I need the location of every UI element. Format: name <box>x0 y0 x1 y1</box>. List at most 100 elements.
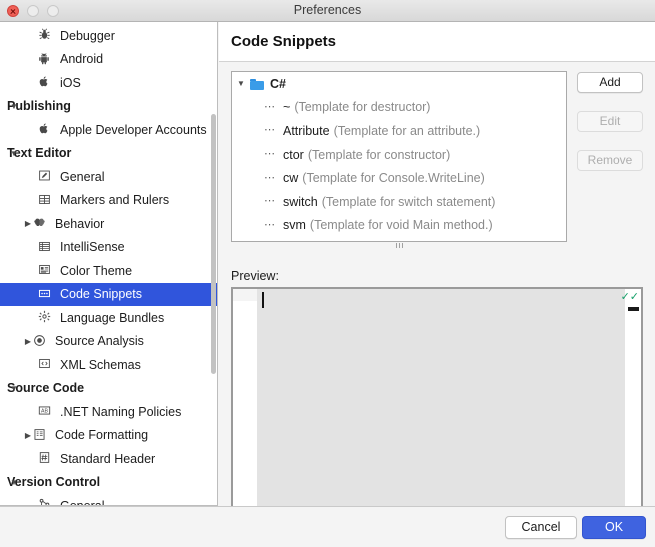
palette-card-icon <box>38 263 55 278</box>
sidebar-item-net-naming-policies[interactable]: AB.NET Naming Policies <box>0 400 217 424</box>
sidebar-item-source-code[interactable]: Source Code <box>0 377 217 401</box>
snippet-description: (Template for constructor) <box>308 148 450 162</box>
sidebar-item-behavior[interactable]: Behavior <box>0 212 217 236</box>
sidebar-item-apple-developer-accounts[interactable]: Apple Developer Accounts <box>0 118 217 142</box>
sidebar-item-label: Code Snippets <box>60 287 142 301</box>
snippet-row[interactable]: ⋯ctor(Template for constructor) <box>232 143 566 167</box>
ok-button[interactable]: OK <box>582 516 646 539</box>
sidebar-item-label: Language Bundles <box>60 311 164 325</box>
preferences-sidebar[interactable]: Debugger Android iOS Publishing Apple Develo… <box>0 22 218 506</box>
snippet-icon <box>38 287 55 302</box>
sidebar-item-source-analysis[interactable]: Source Analysis <box>0 330 217 354</box>
snippet-name: switch <box>283 195 318 209</box>
chevron-down-icon[interactable] <box>7 103 21 111</box>
add-button[interactable]: Add <box>577 72 643 93</box>
branch-icon <box>38 498 55 506</box>
sidebar-item-xml-schemas[interactable]: XML Schemas <box>0 353 217 377</box>
snippet-row[interactable]: ⋯~(Template for destructor) <box>232 96 566 120</box>
sidebar-item-label: General <box>60 499 104 506</box>
snippets-tree-items: ⋯~(Template for destructor)⋯Attribute(Te… <box>232 96 566 238</box>
sidebar-item-general[interactable]: General <box>0 494 217 506</box>
sidebar-item-version-control[interactable]: Version Control <box>0 471 217 495</box>
snippet-name: svm <box>283 218 306 232</box>
sidebar-item-code-formatting[interactable]: Code Formatting <box>0 424 217 448</box>
code-snippets-panel: Code Snippets C# ⋯~(Template for destruc… <box>219 22 655 506</box>
sidebar-item-color-theme[interactable]: Color Theme <box>0 259 217 283</box>
sidebar-item-label: XML Schemas <box>60 358 141 372</box>
snippet-row[interactable]: ⋯ svm (Template for void Main method.) <box>232 214 566 238</box>
radio-target-icon <box>33 334 50 349</box>
apple-icon <box>38 75 55 90</box>
chevron-down-icon[interactable] <box>7 479 21 487</box>
snippet-dots-icon: ⋯ <box>264 220 277 231</box>
panel-splitter-grip[interactable] <box>231 242 567 249</box>
preview-marker-bar <box>628 307 639 311</box>
chevron-down-icon[interactable] <box>7 385 21 393</box>
sidebar-item-label: Android <box>60 52 103 66</box>
folder-icon <box>250 78 265 90</box>
sidebar-item-code-snippets[interactable]: Code Snippets <box>0 283 217 307</box>
snippet-dots-icon: ⋯ <box>264 125 277 136</box>
snippet-name: ~ <box>283 100 290 114</box>
chevron-down-icon[interactable] <box>7 150 21 158</box>
cancel-button[interactable]: Cancel <box>505 516 577 539</box>
sidebar-item-ios[interactable]: iOS <box>0 71 217 95</box>
remove-button[interactable]: Remove <box>577 150 643 171</box>
sidebar-item-publishing[interactable]: Publishing <box>0 95 217 119</box>
format-doc-icon <box>33 428 50 443</box>
sidebar-item-intellisense[interactable]: IntelliSense <box>0 236 217 260</box>
sidebar-item-standard-header[interactable]: Standard Header <box>0 447 217 471</box>
chevron-down-icon[interactable] <box>237 80 249 88</box>
sidebar-item-label: Code Formatting <box>55 428 148 442</box>
pencil-box-icon <box>38 169 55 184</box>
apple-icon <box>38 122 55 137</box>
snippet-dots-icon: ⋯ <box>264 173 277 184</box>
sidebar-scrollbar[interactable] <box>211 22 216 506</box>
preview-left-gutter <box>233 289 257 511</box>
window-titlebar: Preferences <box>0 0 655 22</box>
bug-icon <box>38 28 55 43</box>
grid-icon <box>38 193 55 208</box>
panel-header: Code Snippets <box>219 22 655 62</box>
gear-icon <box>38 310 55 325</box>
snippet-row[interactable]: ⋯ switch (Template for switch statement) <box>232 190 566 214</box>
sidebar-item-label: Markers and Rulers <box>60 193 169 207</box>
preview-editor[interactable]: ✓✓ <box>231 287 643 513</box>
snippets-tree-root-row[interactable]: C# <box>232 72 566 96</box>
sidebar-scrollbar-thumb[interactable] <box>211 114 216 374</box>
sidebar-item-text-editor[interactable]: Text Editor <box>0 142 217 166</box>
sidebar-item-label: Apple Developer Accounts <box>60 123 207 137</box>
sidebar-item-language-bundles[interactable]: Language Bundles <box>0 306 217 330</box>
snippets-tree[interactable]: C# ⋯~(Template for destructor)⋯Attribute… <box>231 71 567 242</box>
snippet-dots-icon: ⋯ <box>264 149 277 160</box>
snippet-description: (Template for void Main method.) <box>310 218 493 232</box>
snippet-description: (Template for Console.WriteLine) <box>302 171 484 185</box>
snippet-dots-icon: ⋯ <box>264 102 277 113</box>
sidebar-list: Debugger Android iOS Publishing Apple Develo… <box>0 22 217 506</box>
snippet-name: Attribute <box>283 124 330 138</box>
snippet-dots-icon: ⋯ <box>264 196 277 207</box>
sidebar-item-label: Debugger <box>60 29 115 43</box>
snippet-description: (Template for switch statement) <box>322 195 496 209</box>
sidebar-item-general[interactable]: General <box>0 165 217 189</box>
snippet-row[interactable]: ⋯cw(Template for Console.WriteLine) <box>232 166 566 190</box>
snippet-row[interactable]: ⋯Attribute(Template for an attribute.) <box>232 119 566 143</box>
sidebar-item-label: .NET Naming Policies <box>60 405 181 419</box>
sidebar-item-markers-and-rulers[interactable]: Markers and Rulers <box>0 189 217 213</box>
code-brackets-icon <box>38 357 55 372</box>
snippets-tree-root-label: C# <box>270 77 286 91</box>
preview-label: Preview: <box>231 269 279 283</box>
sidebar-item-label: Color Theme <box>60 264 132 278</box>
sidebar-item-android[interactable]: Android <box>0 48 217 72</box>
sidebar-item-label: IntelliSense <box>60 240 125 254</box>
list-rows-icon <box>38 240 55 255</box>
hash-doc-icon <box>38 451 55 466</box>
sidebar-item-label: Standard Header <box>60 452 155 466</box>
sidebar-item-label: iOS <box>60 76 81 90</box>
sidebar-item-label: General <box>60 170 104 184</box>
sidebar-item-debugger[interactable]: Debugger <box>0 24 217 48</box>
snippet-action-buttons: Add Edit Remove <box>577 72 643 189</box>
sidebar-item-label: Behavior <box>55 217 104 231</box>
edit-button[interactable]: Edit <box>577 111 643 132</box>
page-title: Code Snippets <box>231 33 336 50</box>
